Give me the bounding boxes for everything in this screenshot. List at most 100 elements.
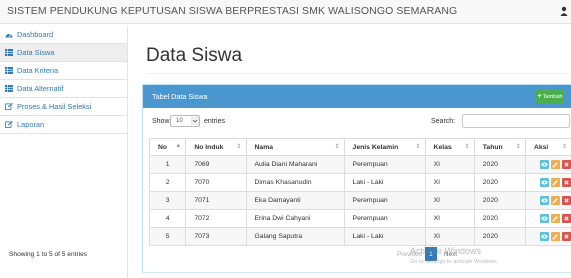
cell-jenis-kelamin: Laki - Laki	[343, 227, 426, 246]
cell-tahun: 2020	[473, 155, 526, 174]
view-button[interactable]	[539, 160, 549, 169]
pencil-icon	[552, 233, 559, 240]
table-info: Showing 1 to 5 of 5 entries	[9, 251, 88, 258]
col-header-tahun[interactable]: Tahun ⇕	[473, 138, 526, 156]
sidebar-item-label: Laporan	[17, 120, 45, 129]
user-icon[interactable]	[560, 6, 568, 16]
sort-icon: ⇕	[515, 144, 521, 150]
add-button-label: Tambah	[542, 93, 563, 100]
eye-icon	[541, 198, 548, 203]
cell-aksi	[524, 209, 571, 228]
delete-button[interactable]	[561, 196, 571, 205]
cell-no-induk: 7073	[185, 227, 247, 246]
sidebar-item-label: Data Alternatif	[17, 84, 64, 93]
sort-icon: ⇕	[236, 144, 242, 150]
table-row: 4 7072 Erina Dwi Cahyani Perempuan XI 20…	[148, 209, 571, 228]
col-header-jenis-kelamin[interactable]: Jenis Kelamin ⇕	[343, 138, 426, 156]
delete-button[interactable]	[561, 178, 571, 187]
table-icon	[5, 85, 13, 92]
pencil-icon	[552, 179, 559, 186]
edit-icon	[5, 121, 13, 128]
sidebar-item-label: Dashboard	[17, 30, 54, 39]
delete-button[interactable]	[561, 232, 571, 241]
delete-button[interactable]	[561, 214, 571, 223]
edit-button[interactable]	[550, 160, 560, 169]
app-title[interactable]: SISTEM PENDUKUNG KEPUTUSAN SISWA BERPRES…	[7, 5, 457, 17]
edit-icon	[5, 103, 13, 110]
col-header-no[interactable]: No ▲	[148, 138, 187, 156]
sidebar-item-data-alternatif[interactable]: Data Alternatif	[0, 80, 127, 98]
pagination-previous[interactable]: Previous	[397, 251, 422, 258]
sidebar-item-label: Data Siswa	[17, 48, 55, 57]
sidebar-item-data-kriteria[interactable]: Data Kriteria	[0, 62, 127, 80]
view-button[interactable]	[539, 214, 549, 223]
panel-header: Tabel Data Siswa + Tambah	[143, 85, 571, 108]
cell-nama: Aulia Diani Maharani	[245, 155, 345, 174]
cell-jenis-kelamin: Laki - Laki	[343, 173, 426, 192]
cell-aksi	[524, 191, 571, 210]
pagination-next[interactable]: Next	[444, 251, 457, 258]
sort-icon: ⇕	[561, 144, 567, 150]
dashboard-icon	[5, 33, 13, 38]
col-header-no-induk[interactable]: No Induk ⇕	[185, 138, 247, 156]
table-row: 3 7071 Eka Damayanti Perempuan XI 2020	[148, 191, 571, 210]
cell-no: 4	[148, 209, 187, 228]
edit-button[interactable]	[550, 196, 560, 205]
view-button[interactable]	[539, 232, 549, 241]
sidebar-item-label: Proses & Hasil Seleksi	[17, 102, 92, 111]
cell-kelas: XI	[424, 227, 475, 246]
cell-jenis-kelamin: Perempuan	[343, 191, 426, 210]
cell-kelas: XI	[424, 155, 475, 174]
cell-kelas: XI	[424, 209, 475, 228]
eye-icon	[541, 180, 548, 185]
pencil-icon	[552, 215, 559, 222]
top-navbar: SISTEM PENDUKUNG KEPUTUSAN SISWA BERPRES…	[0, 0, 571, 24]
search-label: Search:	[431, 118, 456, 125]
cell-no-induk: 7069	[185, 155, 247, 174]
plus-icon: +	[537, 93, 542, 100]
sort-asc-icon: ▲	[175, 143, 182, 149]
table-icon	[5, 67, 13, 74]
students-table: No ▲ No Induk ⇕ Nama ⇕ Jenis Kelamin ⇕ Kelas…	[148, 138, 571, 246]
edit-button[interactable]	[550, 214, 560, 223]
cell-tahun: 2020	[473, 209, 526, 228]
view-button[interactable]	[539, 196, 549, 205]
col-header-aksi[interactable]: Aksi ⇕	[524, 138, 571, 156]
sidebar-item-data-siswa[interactable]: Data Siswa	[0, 44, 127, 62]
chevron-down-icon	[191, 117, 199, 125]
close-icon	[564, 216, 569, 221]
page-size-select[interactable]: 10	[170, 115, 200, 127]
cell-jenis-kelamin: Perempuan	[343, 209, 426, 228]
col-header-nama[interactable]: Nama ⇕	[245, 138, 345, 156]
delete-button[interactable]	[561, 160, 571, 169]
cell-tahun: 2020	[473, 191, 526, 210]
sort-icon: ⇕	[464, 144, 470, 150]
cell-no-induk: 7070	[185, 173, 247, 192]
cell-aksi	[524, 155, 571, 174]
sort-icon: ⇕	[415, 144, 421, 150]
entries-label: entries	[204, 118, 226, 125]
pagination-current-page[interactable]: 1	[424, 247, 437, 261]
panel-title: Tabel Data Siswa	[152, 92, 208, 101]
sidebar-item-label: Data Kriteria	[17, 66, 59, 75]
cell-jenis-kelamin: Perempuan	[343, 155, 426, 174]
search-input[interactable]	[462, 114, 570, 128]
sidebar-item-proses-hasil-seleksi[interactable]: Proses & Hasil Seleksi	[0, 98, 127, 116]
col-header-kelas[interactable]: Kelas ⇕	[424, 138, 475, 156]
edit-button[interactable]	[550, 232, 560, 241]
cell-tahun: 2020	[473, 227, 526, 246]
show-label: Show	[152, 118, 170, 125]
eye-icon	[541, 216, 548, 221]
view-button[interactable]	[539, 178, 549, 187]
add-button[interactable]: + Tambah	[536, 90, 564, 103]
eye-icon	[541, 162, 548, 167]
panel-footer-edge	[142, 272, 571, 278]
sidebar-item-dashboard[interactable]: Dashboard	[0, 26, 127, 44]
cell-nama: Eka Damayanti	[245, 191, 345, 210]
table-controls: Show 10 entries Search:	[143, 108, 571, 136]
edit-button[interactable]	[550, 178, 560, 187]
cell-nama: Galang Saputra	[245, 227, 345, 246]
sidebar-item-laporan[interactable]: Laporan	[0, 116, 127, 134]
cell-no-induk: 7071	[185, 191, 247, 210]
table-row: 2 7070 Dimas Khasanudin Laki - Laki XI 2…	[148, 173, 571, 192]
